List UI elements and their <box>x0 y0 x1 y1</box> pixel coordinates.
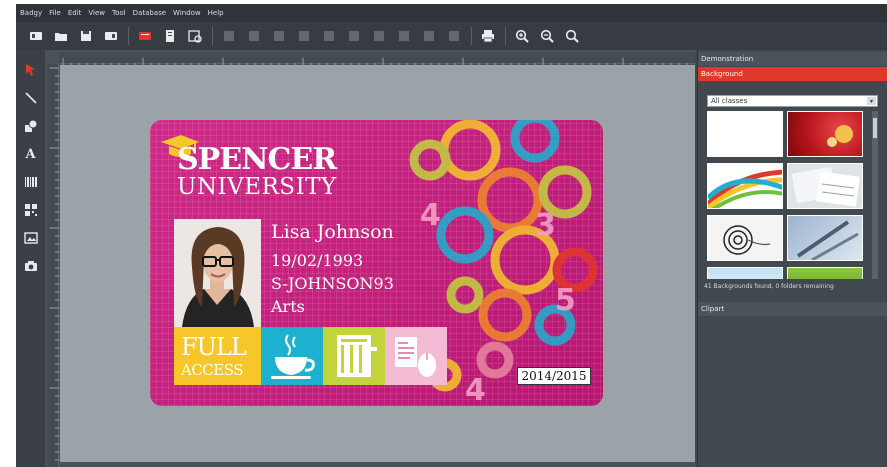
workspace[interactable]: 4 3 5 4 SPENCER UNIVERSITY Lisa Johnson … <box>60 65 695 462</box>
toolbar-separator <box>212 27 213 45</box>
design-canvas: 4 3 5 4 SPENCER UNIVERSITY Lisa Johnson … <box>45 50 695 467</box>
group-icon[interactable] <box>419 26 439 46</box>
print-preview-icon[interactable] <box>135 26 155 46</box>
holder-department: Arts <box>271 297 305 316</box>
background-thumb-ribbons[interactable] <box>707 163 783 209</box>
qrcode-tool-icon[interactable] <box>21 200 41 220</box>
tools-strip: A <box>16 50 45 467</box>
ungroup-icon[interactable] <box>444 26 464 46</box>
bring-front-icon[interactable] <box>369 26 389 46</box>
image-tool-icon[interactable] <box>21 228 41 248</box>
portrait-image <box>174 219 261 327</box>
demonstration-header[interactable]: Demonstration <box>698 52 887 66</box>
background-class-value: All classes <box>711 97 748 105</box>
id-card[interactable]: 4 3 5 4 SPENCER UNIVERSITY Lisa Johnson … <box>150 120 603 406</box>
open-folder-icon[interactable] <box>51 26 71 46</box>
academic-year: 2014/2015 <box>517 367 591 385</box>
align-middle-icon[interactable] <box>344 26 364 46</box>
barcode-tool-icon[interactable] <box>21 172 41 192</box>
align-left-icon[interactable] <box>219 26 239 46</box>
line-tool-icon[interactable] <box>21 88 41 108</box>
menu-database[interactable]: Database <box>133 9 166 17</box>
new-card-icon[interactable] <box>26 26 46 46</box>
background-thumb-tools[interactable] <box>787 215 863 261</box>
background-gallery <box>707 111 869 279</box>
save-icon[interactable] <box>76 26 96 46</box>
library-tile <box>323 327 385 385</box>
print-icon[interactable] <box>478 26 498 46</box>
svg-text:5: 5 <box>555 283 576 318</box>
background-thumb-christmas[interactable] <box>787 111 863 157</box>
holder-student-id: S-JOHNSON93 <box>271 274 394 293</box>
background-search-status: 41 Backgrounds found, 0 folders remainin… <box>704 283 834 290</box>
align-bottom-icon[interactable] <box>294 26 314 46</box>
zoom-in-icon[interactable] <box>512 26 532 46</box>
university-name: SPENCER <box>177 142 337 177</box>
save-as-icon[interactable] <box>101 26 121 46</box>
svg-text:4: 4 <box>465 373 486 406</box>
ornament-image <box>827 125 853 147</box>
background-thumb-blueprints[interactable] <box>787 163 863 209</box>
access-tile: FULL ACCESS <box>174 327 261 385</box>
svg-text:3: 3 <box>535 208 556 243</box>
ruler-ticks-vertical <box>50 67 59 461</box>
badgy-window: Badgy File Edit View Tool Database Windo… <box>16 4 887 467</box>
chevron-down-icon[interactable]: ▾ <box>867 97 876 105</box>
text-tool-icon[interactable]: A <box>21 144 41 164</box>
ruler-horizontal[interactable] <box>59 52 695 67</box>
menu-window[interactable]: Window <box>173 9 201 17</box>
background-class-select[interactable]: All classes ▾ <box>707 95 878 107</box>
background-thumb-sky[interactable] <box>707 267 783 279</box>
gallery-scrollbar[interactable] <box>872 111 878 279</box>
holder-name: Lisa Johnson <box>271 221 394 243</box>
main-toolbar <box>16 22 887 50</box>
document-mouse-icon <box>395 337 436 377</box>
menu-badgy[interactable]: Badgy <box>20 9 42 17</box>
toolbar-separator <box>128 27 129 45</box>
blueprints-image <box>791 166 860 207</box>
computer-room-tile <box>385 327 447 385</box>
toolbar-separator <box>471 27 472 45</box>
background-header[interactable]: Background <box>698 67 887 81</box>
align-right-icon[interactable] <box>244 26 264 46</box>
menu-file[interactable]: File <box>49 9 61 17</box>
holder-birth-date: 19/02/1993 <box>271 251 364 270</box>
background-thumb-target[interactable] <box>707 215 783 261</box>
svg-text:4: 4 <box>420 198 441 233</box>
target-image <box>723 225 771 255</box>
background-thumb-grass[interactable] <box>787 267 863 279</box>
card-properties-icon[interactable] <box>160 26 180 46</box>
toolbar-separator <box>505 27 506 45</box>
menubar: Badgy File Edit View Tool Database Windo… <box>16 4 887 22</box>
right-panel: Demonstration Background All classes ▾ 4… <box>697 50 887 467</box>
menu-edit[interactable]: Edit <box>68 9 82 17</box>
university-subtitle: UNIVERSITY <box>177 174 337 200</box>
tools-image <box>796 220 859 260</box>
send-back-icon[interactable] <box>394 26 414 46</box>
gallery-scroll-thumb[interactable] <box>873 118 877 138</box>
menu-help[interactable]: Help <box>208 9 224 17</box>
access-label-line1: FULL <box>181 333 247 361</box>
zoom-out-icon[interactable] <box>537 26 557 46</box>
menu-tool[interactable]: Tool <box>112 9 126 17</box>
align-top-icon[interactable] <box>269 26 289 46</box>
menu-view[interactable]: View <box>88 9 105 17</box>
ribbons-image <box>708 169 782 208</box>
clipart-header[interactable]: Clipart <box>698 302 887 316</box>
camera-tool-icon[interactable] <box>21 256 41 276</box>
select-arrow-icon[interactable] <box>21 60 41 80</box>
align-center-icon[interactable] <box>319 26 339 46</box>
background-thumb-white[interactable] <box>707 111 783 157</box>
access-label-line2: ACCESS <box>181 361 244 379</box>
copier-icon <box>337 335 377 377</box>
database-icon[interactable] <box>185 26 205 46</box>
cafeteria-tile <box>261 327 323 385</box>
shapes-tool-icon[interactable] <box>21 116 41 136</box>
holder-photo[interactable] <box>174 219 261 327</box>
coffee-cup-icon <box>271 334 315 379</box>
zoom-fit-icon[interactable] <box>562 26 582 46</box>
ruler-vertical[interactable] <box>47 64 59 467</box>
